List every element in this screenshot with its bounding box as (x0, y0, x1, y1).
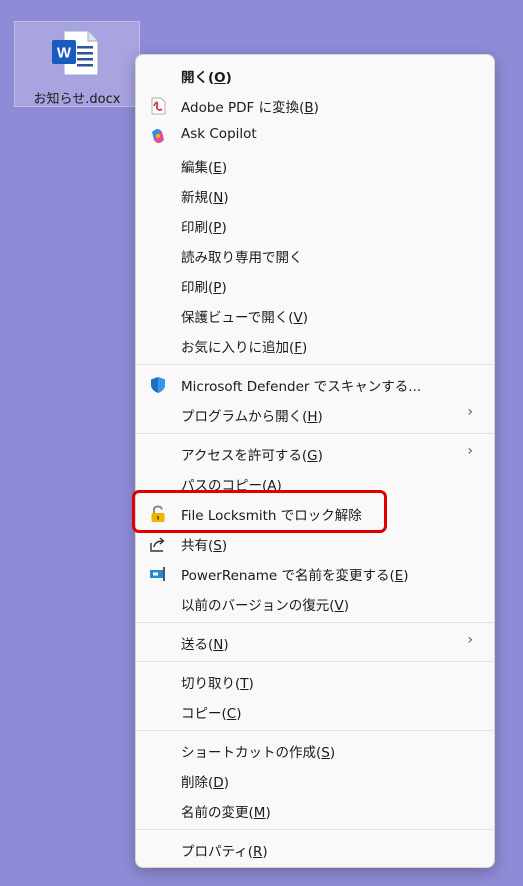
menu-item-label: 編集(E) (181, 160, 228, 176)
menu-item-label: ショートカットの作成(S) (181, 745, 336, 761)
menu-separator (136, 433, 494, 434)
context-menu: 開く(O) Adobe PDF に変換(B) Ask Copilot 編集(E)… (135, 54, 495, 868)
menu-item-open-readonly[interactable]: 読み取り専用で開く (141, 240, 489, 270)
menu-item-create-shortcut[interactable]: ショートカットの作成(S) (141, 735, 489, 765)
menu-item-label: コピー(C) (181, 706, 242, 722)
menu-item-new[interactable]: 新規(N) (141, 180, 489, 210)
powerrename-icon (150, 567, 165, 581)
menu-item-cut[interactable]: 切り取り(T) (141, 666, 489, 696)
menu-item-ask-copilot[interactable]: Ask Copilot (141, 120, 489, 150)
menu-item-label: 共有(S) (181, 538, 228, 554)
menu-item-label: お気に入りに追加(F) (181, 340, 308, 356)
menu-item-label: 印刷(P) (181, 280, 227, 296)
menu-item-open[interactable]: 開く(O) (141, 60, 489, 90)
menu-item-adobe-pdf[interactable]: Adobe PDF に変換(B) (141, 90, 489, 120)
menu-item-properties[interactable]: プロパティ(R) (141, 834, 489, 864)
menu-item-label: 以前のバージョンの復元(V) (181, 598, 350, 614)
menu-item-label: プロパティ(R) (181, 844, 268, 860)
menu-item-label: Adobe PDF に変換(B) (181, 100, 319, 116)
menu-item-label: 削除(D) (181, 775, 229, 791)
copilot-icon (152, 129, 164, 143)
menu-separator (136, 829, 494, 830)
menu-item-label: 送る(N) (181, 637, 229, 653)
menu-item-label: Microsoft Defender でスキャンする... (181, 379, 422, 395)
menu-separator (136, 364, 494, 365)
menu-item-print[interactable]: 印刷(P) (141, 210, 489, 240)
menu-item-restore-versions[interactable]: 以前のバージョンの復元(V) (141, 588, 489, 618)
menu-item-open-with[interactable]: プログラムから開く(H) › (141, 399, 489, 429)
svg-text:W: W (57, 45, 72, 62)
menu-item-label: 保護ビューで開く(V) (181, 310, 308, 326)
menu-separator (136, 622, 494, 623)
menu-item-delete[interactable]: 削除(D) (141, 765, 489, 795)
menu-item-add-favorites[interactable]: お気に入りに追加(F) (141, 330, 489, 360)
menu-separator (136, 730, 494, 731)
menu-item-copy[interactable]: コピー(C) (141, 696, 489, 726)
menu-item-defender-scan[interactable]: Microsoft Defender でスキャンする... (141, 369, 489, 399)
menu-item-power-rename[interactable]: PowerRename で名前を変更する(E) (141, 558, 489, 588)
menu-item-edit[interactable]: 編集(E) (141, 150, 489, 180)
menu-item-label: アクセスを許可する(G) (181, 448, 323, 464)
menu-item-label: 印刷(P) (181, 220, 227, 236)
menu-item-label: PowerRename で名前を変更する(E) (181, 568, 409, 584)
chevron-right-icon: › (467, 404, 473, 420)
menu-item-label: 開く(O) (181, 70, 232, 86)
word-document-icon: W (52, 30, 99, 76)
chevron-right-icon: › (467, 632, 473, 648)
adobe-pdf-icon (151, 97, 166, 115)
menu-item-protected-view[interactable]: 保護ビューで開く(V) (141, 300, 489, 330)
file-name-label: お知らせ.docx (33, 92, 121, 107)
chevron-right-icon: › (467, 443, 473, 459)
menu-item-send-to[interactable]: 送る(N) › (141, 627, 489, 657)
menu-item-label: 名前の変更(M) (181, 805, 271, 821)
menu-item-label: プログラムから開く(H) (181, 409, 323, 425)
menu-item-rename[interactable]: 名前の変更(M) (141, 795, 489, 825)
defender-shield-icon (151, 377, 165, 393)
menu-item-label: Ask Copilot (181, 126, 257, 142)
desktop-file-icon[interactable]: W お知らせ.docx (14, 21, 140, 107)
menu-item-label: 切り取り(T) (181, 676, 254, 692)
menu-item-label: 読み取り専用で開く (181, 250, 303, 266)
menu-item-give-access[interactable]: アクセスを許可する(G) › (141, 438, 489, 468)
highlight-box (132, 490, 387, 533)
menu-separator (136, 661, 494, 662)
menu-item-label: 新規(N) (181, 190, 229, 206)
menu-item-print-2[interactable]: 印刷(P) (141, 270, 489, 300)
share-icon (150, 537, 165, 552)
